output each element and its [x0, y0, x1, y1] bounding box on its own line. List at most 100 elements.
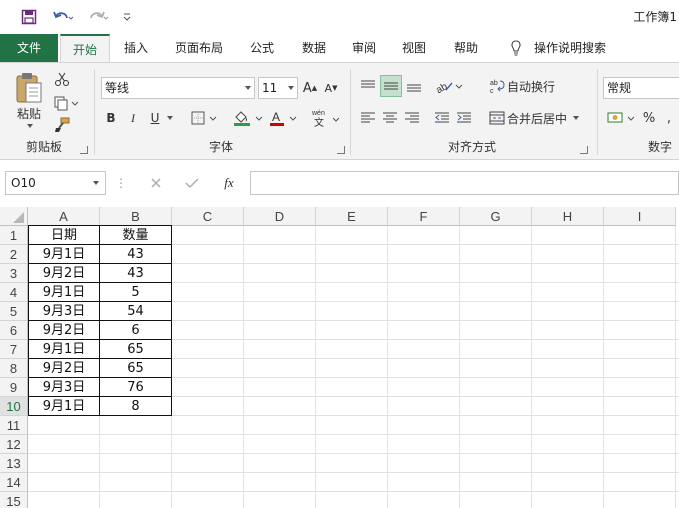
- name-box[interactable]: O10: [5, 171, 106, 195]
- row-header-1[interactable]: 1: [0, 226, 28, 245]
- row-header-15[interactable]: 15: [0, 492, 28, 508]
- clipboard-launcher-icon[interactable]: [80, 146, 88, 154]
- cell-date[interactable]: 9月2日: [28, 321, 100, 340]
- cancel-entry-icon[interactable]: [146, 173, 166, 193]
- column-header-g[interactable]: G: [460, 207, 532, 226]
- cell-quantity[interactable]: 54: [100, 302, 172, 321]
- increase-font-size-icon[interactable]: A ▲: [302, 77, 318, 99]
- insert-function-button[interactable]: fx: [218, 173, 240, 193]
- fill-color-icon[interactable]: [230, 107, 266, 129]
- cell-quantity[interactable]: 6: [100, 321, 172, 340]
- tell-me-search[interactable]: 操作说明搜索: [528, 34, 612, 62]
- row-header-5[interactable]: 5: [0, 302, 28, 321]
- cell-date[interactable]: 9月1日: [28, 340, 100, 359]
- cell-quantity[interactable]: 43: [100, 264, 172, 283]
- customize-qat-icon[interactable]: [120, 6, 134, 28]
- cell-quantity[interactable]: 5: [100, 283, 172, 302]
- decrease-indent-icon[interactable]: [432, 107, 452, 129]
- align-middle-icon[interactable]: [380, 75, 402, 97]
- row-header-9[interactable]: 9: [0, 378, 28, 397]
- underline-dropdown-icon[interactable]: [164, 107, 176, 129]
- cell-date[interactable]: 9月2日: [28, 264, 100, 283]
- column-header-c[interactable]: C: [172, 207, 244, 226]
- cell-date[interactable]: 9月1日: [28, 283, 100, 302]
- column-header-d[interactable]: D: [244, 207, 316, 226]
- tab-page-layout[interactable]: 页面布局: [168, 34, 230, 62]
- align-right-icon[interactable]: [402, 107, 422, 129]
- cut-icon[interactable]: [52, 69, 72, 89]
- paste-dropdown-icon[interactable]: [24, 121, 36, 131]
- tab-data[interactable]: 数据: [294, 34, 334, 62]
- confirm-entry-icon[interactable]: [182, 173, 202, 193]
- accounting-format-icon[interactable]: [604, 107, 638, 129]
- font-launcher-icon[interactable]: [337, 146, 345, 154]
- column-header-a[interactable]: A: [28, 207, 100, 226]
- save-icon[interactable]: [18, 6, 40, 28]
- merge-dropdown-icon[interactable]: [570, 107, 582, 129]
- tab-formulas[interactable]: 公式: [242, 34, 282, 62]
- alignment-launcher-icon[interactable]: [580, 146, 588, 154]
- row-header-11[interactable]: 11: [0, 416, 28, 435]
- decrease-font-size-icon[interactable]: A ▼: [323, 77, 339, 99]
- tab-help[interactable]: 帮助: [446, 34, 486, 62]
- cell-quantity[interactable]: 76: [100, 378, 172, 397]
- increase-indent-icon[interactable]: [454, 107, 474, 129]
- select-all-corner[interactable]: [0, 207, 28, 226]
- cell-date[interactable]: 9月2日: [28, 359, 100, 378]
- underline-button[interactable]: U: [146, 107, 164, 129]
- comma-style-icon[interactable]: ,: [662, 107, 676, 129]
- cell-quantity[interactable]: 8: [100, 397, 172, 416]
- bold-button[interactable]: B: [102, 107, 120, 129]
- orientation-icon[interactable]: ab: [432, 75, 466, 97]
- row-header-6[interactable]: 6: [0, 321, 28, 340]
- borders-icon[interactable]: [188, 107, 220, 129]
- font-size-select[interactable]: 11: [258, 77, 298, 99]
- tab-home[interactable]: 开始: [60, 34, 110, 62]
- column-header-i[interactable]: I: [604, 207, 676, 226]
- row-header-7[interactable]: 7: [0, 340, 28, 359]
- header-cell-date[interactable]: 日期: [28, 225, 100, 245]
- row-header-14[interactable]: 14: [0, 473, 28, 492]
- wrap-text-icon[interactable]: ab c: [487, 75, 507, 97]
- header-cell-quantity[interactable]: 数量: [100, 225, 172, 245]
- row-header-3[interactable]: 3: [0, 264, 28, 283]
- redo-icon[interactable]: [84, 6, 114, 28]
- tab-review[interactable]: 审阅: [344, 34, 384, 62]
- cell-date[interactable]: 9月1日: [28, 245, 100, 264]
- column-header-b[interactable]: B: [100, 207, 172, 226]
- format-painter-icon[interactable]: [52, 115, 72, 135]
- number-format-select[interactable]: 常规: [603, 77, 679, 99]
- paste-clipboard-icon[interactable]: [10, 69, 48, 107]
- worksheet-grid[interactable]: ABCDEFGHI 1 2 3 4 5 6 7 8 9 10 11 12 13 14 15 日期 数量 9月1日…: [0, 207, 679, 508]
- formula-input[interactable]: [250, 171, 679, 195]
- row-header-12[interactable]: 12: [0, 435, 28, 454]
- font-name-select[interactable]: 等线: [101, 77, 255, 99]
- column-header-f[interactable]: F: [388, 207, 460, 226]
- tab-file[interactable]: 文件: [0, 34, 58, 62]
- cell-quantity[interactable]: 65: [100, 359, 172, 378]
- column-header-e[interactable]: E: [316, 207, 388, 226]
- row-header-8[interactable]: 8: [0, 359, 28, 378]
- row-header-10[interactable]: 10: [0, 397, 28, 416]
- row-header-4[interactable]: 4: [0, 283, 28, 302]
- merge-center-icon[interactable]: [487, 107, 507, 129]
- font-color-icon[interactable]: A: [266, 107, 300, 129]
- cell-date[interactable]: 9月3日: [28, 302, 100, 321]
- percent-style-button[interactable]: %: [640, 107, 658, 129]
- wrap-text-button[interactable]: 自动换行: [507, 75, 559, 97]
- align-bottom-icon[interactable]: [404, 75, 424, 97]
- row-header-2[interactable]: 2: [0, 245, 28, 264]
- cell-date[interactable]: 9月3日: [28, 378, 100, 397]
- cell-date[interactable]: 9月1日: [28, 397, 100, 416]
- undo-icon[interactable]: [48, 6, 78, 28]
- copy-icon[interactable]: [50, 93, 82, 113]
- tab-insert[interactable]: 插入: [116, 34, 156, 62]
- paste-button[interactable]: 粘贴: [10, 105, 48, 121]
- align-center-icon[interactable]: [380, 107, 400, 129]
- cell-quantity[interactable]: 43: [100, 245, 172, 264]
- merge-center-button[interactable]: 合并后居中: [507, 107, 571, 129]
- cell-quantity[interactable]: 65: [100, 340, 172, 359]
- tab-view[interactable]: 视图: [394, 34, 434, 62]
- column-header-h[interactable]: H: [532, 207, 604, 226]
- phonetic-guide-icon[interactable]: wén 文: [308, 105, 342, 131]
